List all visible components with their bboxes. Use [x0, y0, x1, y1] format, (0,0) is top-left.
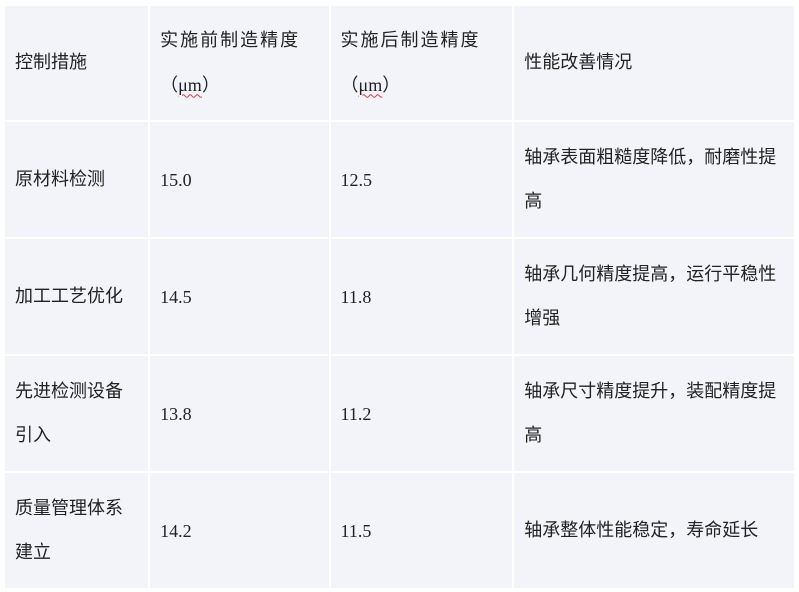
cell-before: 14.2 — [150, 473, 329, 588]
unit-open-paren: （ — [340, 74, 359, 96]
cell-measure: 原材料检测 — [5, 122, 149, 237]
precision-table: 控制措施 实施前制造精度 （μm） 实施后制造精度 （μm） 性能改善情况 原材… — [3, 4, 796, 590]
table-row: 质量管理体系建立 14.2 11.5 轴承整体性能稳定，寿命延长 — [5, 473, 794, 588]
cell-measure: 加工工艺优化 — [5, 239, 149, 354]
header-after-label: 实施后制造精度 — [340, 29, 481, 51]
header-after: 实施后制造精度 （μm） — [330, 6, 513, 120]
cell-measure: 先进检测设备引入 — [5, 356, 149, 471]
header-after-unit: （μm） — [341, 63, 503, 108]
unit-open-paren: （ — [160, 74, 179, 96]
cell-improvement: 轴承几何精度提高，运行平稳性增强 — [514, 239, 794, 354]
cell-after: 12.5 — [330, 122, 513, 237]
cell-improvement: 轴承尺寸精度提升，装配精度提高 — [514, 356, 794, 471]
unit-label: μm — [178, 74, 202, 95]
header-before-unit: （μm） — [160, 63, 318, 108]
table-header-row: 控制措施 实施前制造精度 （μm） 实施后制造精度 （μm） 性能改善情况 — [5, 6, 794, 120]
header-measure: 控制措施 — [5, 6, 149, 120]
table-row: 原材料检测 15.0 12.5 轴承表面粗糙度降低，耐磨性提高 — [5, 122, 794, 237]
cell-improvement: 轴承整体性能稳定，寿命延长 — [514, 473, 794, 588]
table-row: 加工工艺优化 14.5 11.8 轴承几何精度提高，运行平稳性增强 — [5, 239, 794, 354]
unit-close-paren: ） — [382, 74, 401, 96]
unit-label: μm — [358, 74, 383, 95]
cell-before: 15.0 — [150, 122, 329, 237]
unit-close-paren: ） — [201, 74, 220, 96]
header-measure-label: 控制措施 — [15, 52, 87, 73]
header-before: 实施前制造精度 （μm） — [150, 6, 329, 120]
cell-before: 14.5 — [150, 239, 329, 354]
cell-after: 11.8 — [330, 239, 513, 354]
cell-after: 11.2 — [330, 356, 513, 471]
cell-improvement: 轴承表面粗糙度降低，耐磨性提高 — [514, 122, 794, 237]
cell-after: 11.5 — [330, 473, 513, 588]
header-improvement: 性能改善情况 — [514, 6, 794, 120]
header-improvement-label: 性能改善情况 — [524, 52, 633, 73]
header-before-label: 实施前制造精度 — [160, 29, 301, 51]
cell-before: 13.8 — [150, 356, 329, 471]
table-row: 先进检测设备引入 13.8 11.2 轴承尺寸精度提升，装配精度提高 — [5, 356, 794, 471]
cell-measure: 质量管理体系建立 — [5, 473, 149, 588]
